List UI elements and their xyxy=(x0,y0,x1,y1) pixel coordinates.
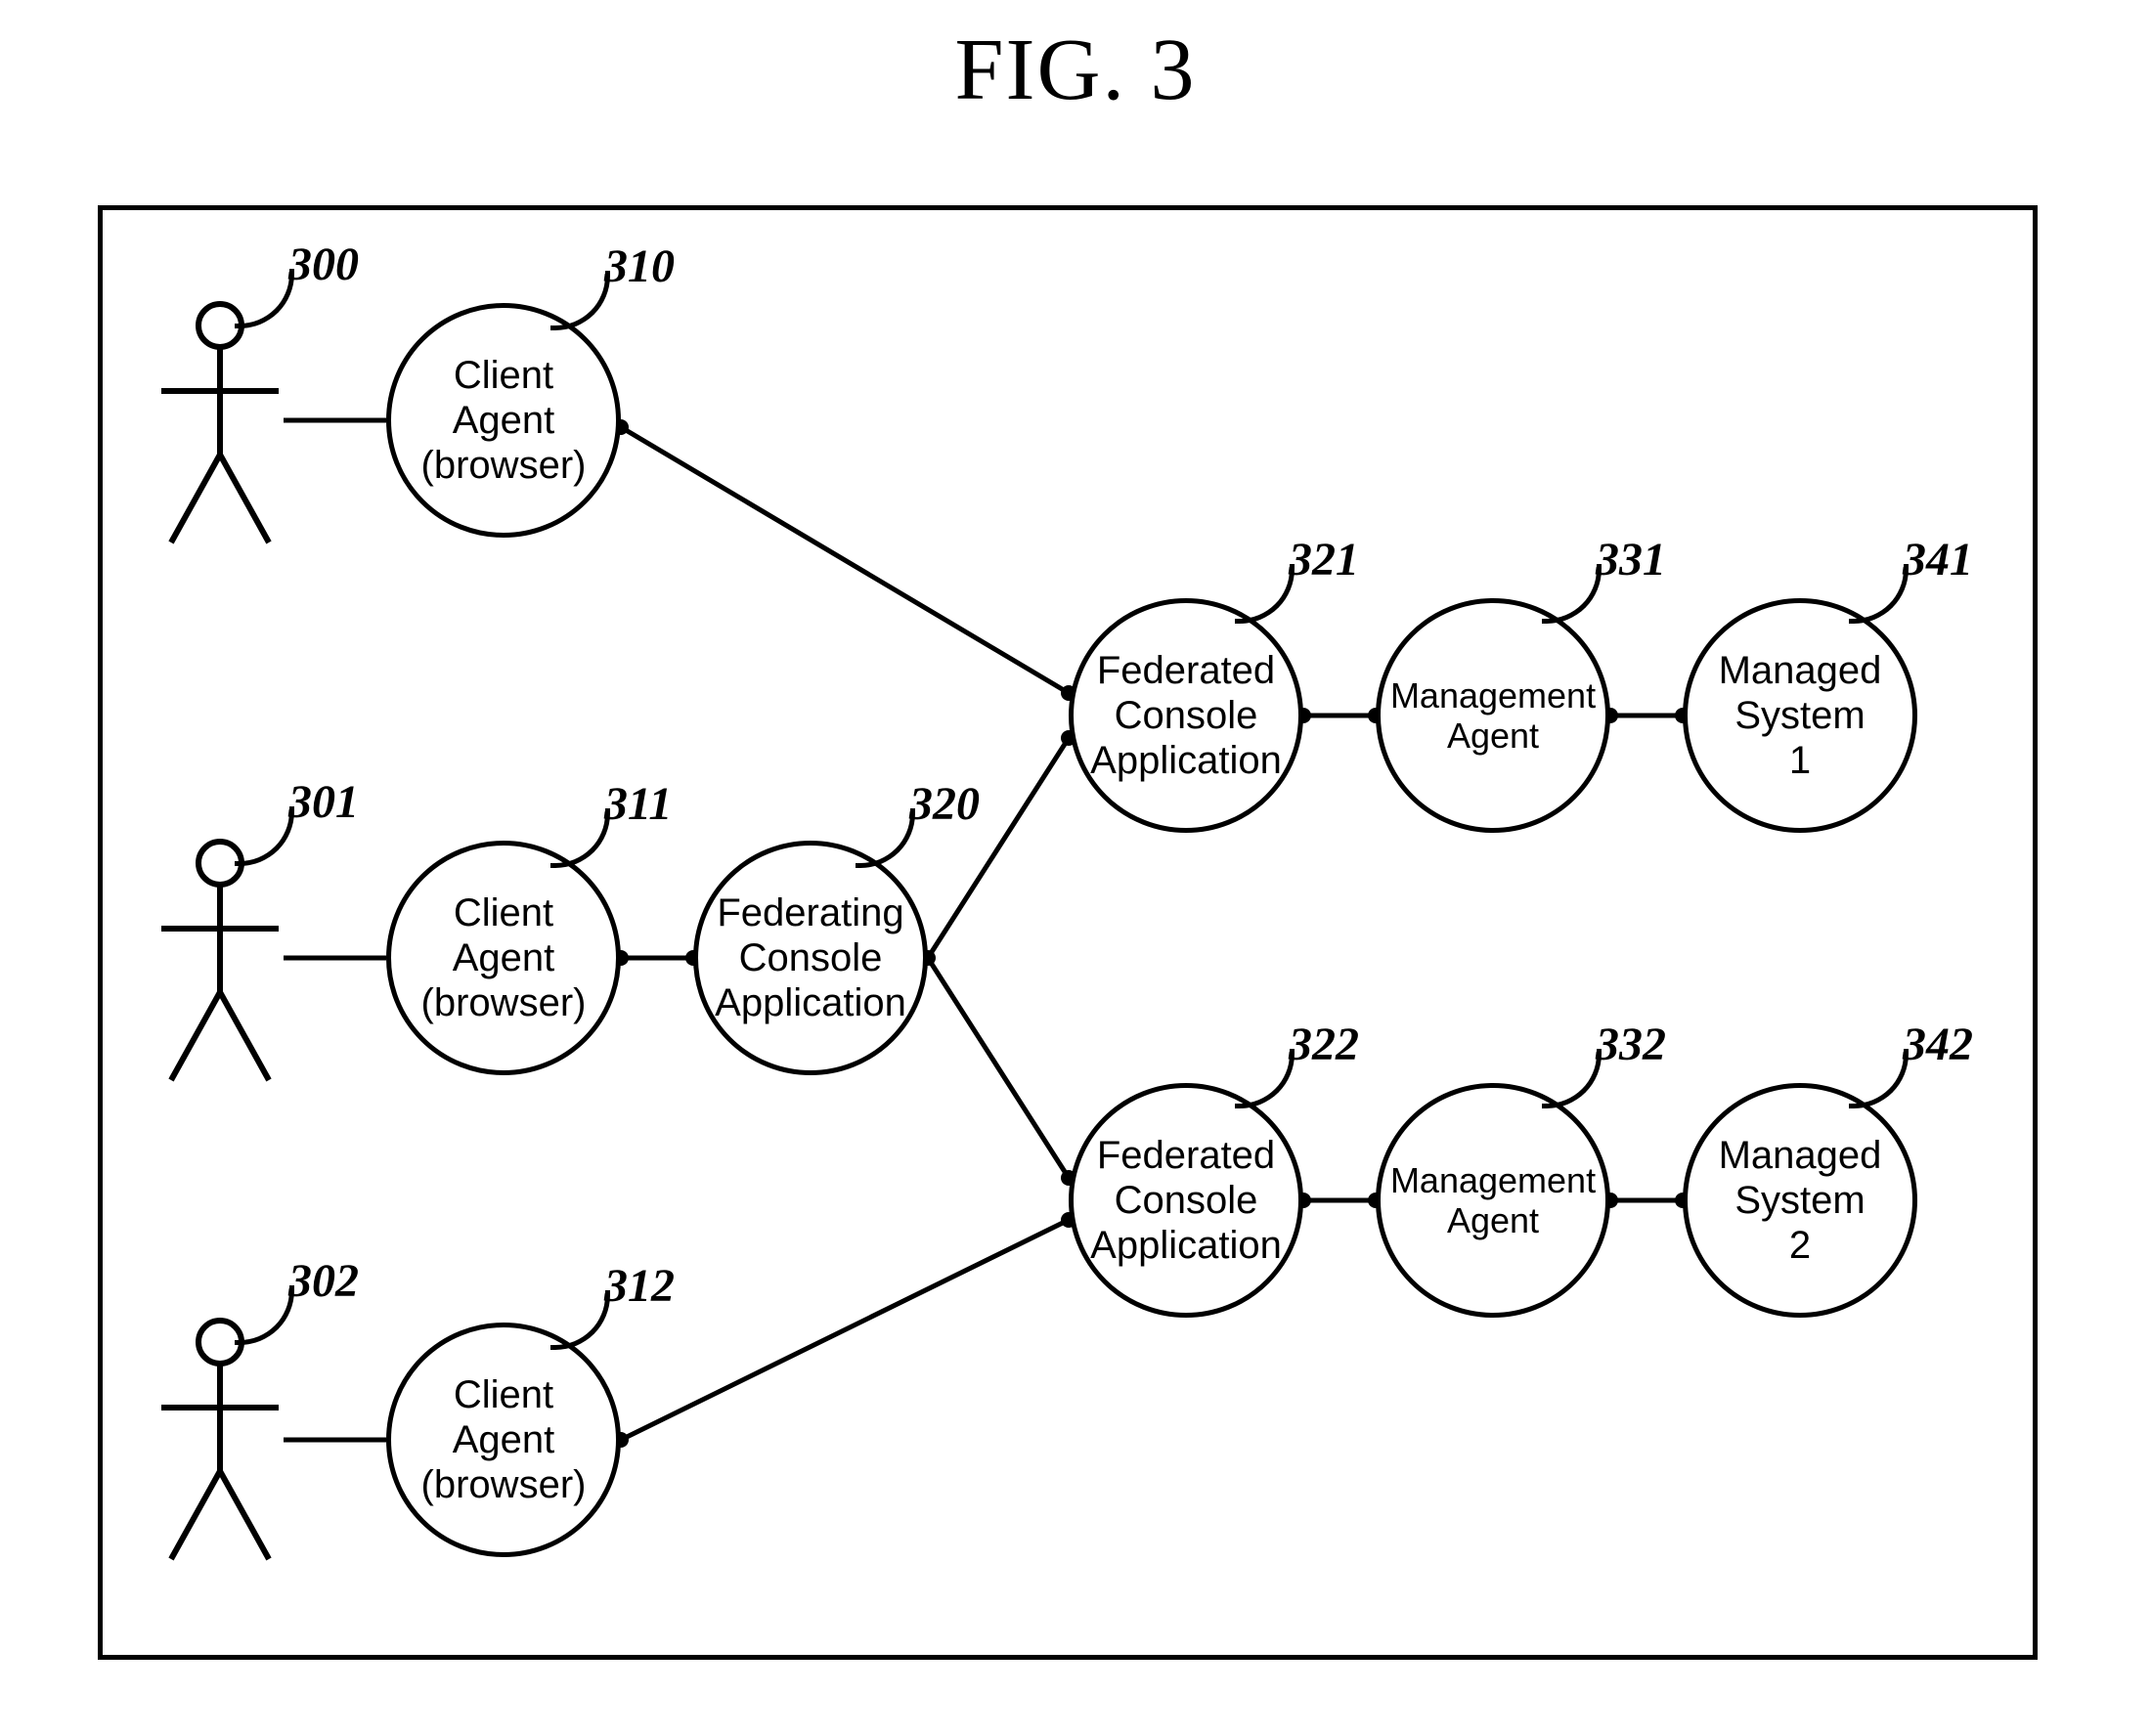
node-label: FederatingConsoleApplication xyxy=(715,890,906,1025)
ref-label: 300 xyxy=(288,238,359,291)
node-label: ClientAgent(browser) xyxy=(421,1372,587,1507)
node-federating-console-320: FederatingConsoleApplication xyxy=(693,841,928,1075)
node-client-agent-311: ClientAgent(browser) xyxy=(386,841,621,1075)
ref-label: 320 xyxy=(909,777,980,831)
ref-label: 332 xyxy=(1596,1018,1666,1071)
node-federated-console-321: FederatedConsoleApplication xyxy=(1069,598,1303,833)
node-label: ManagementAgent xyxy=(1390,675,1596,757)
ref-label: 341 xyxy=(1903,533,1973,586)
ref-label: 322 xyxy=(1289,1018,1359,1071)
ref-label: 310 xyxy=(604,239,675,293)
node-label: FederatedConsoleApplication xyxy=(1090,1133,1282,1268)
diagram-canvas: FIG. 3 xyxy=(0,0,2151,1736)
node-label: ClientAgent(browser) xyxy=(421,353,587,488)
diagram-frame: ClientAgent(browser) ClientAgent(browser… xyxy=(98,205,2038,1660)
node-label: ManagedSystem2 xyxy=(1719,1133,1882,1268)
node-managed-system-342: ManagedSystem2 xyxy=(1683,1083,1917,1318)
node-managed-system-341: ManagedSystem1 xyxy=(1683,598,1917,833)
ref-label: 321 xyxy=(1289,533,1359,586)
ref-label: 301 xyxy=(288,775,359,829)
ref-label: 302 xyxy=(288,1254,359,1308)
actor-icon xyxy=(152,1315,288,1569)
actor-icon xyxy=(152,836,288,1090)
ref-label: 312 xyxy=(604,1259,675,1313)
node-management-agent-332: ManagementAgent xyxy=(1376,1083,1610,1318)
ref-label: 331 xyxy=(1596,533,1666,586)
figure-title: FIG. 3 xyxy=(0,20,2151,120)
node-federated-console-322: FederatedConsoleApplication xyxy=(1069,1083,1303,1318)
node-management-agent-331: ManagementAgent xyxy=(1376,598,1610,833)
actor-icon xyxy=(152,298,288,552)
ref-label: 342 xyxy=(1903,1018,1973,1071)
node-client-agent-312: ClientAgent(browser) xyxy=(386,1323,621,1557)
node-label: ClientAgent(browser) xyxy=(421,890,587,1025)
ref-label: 311 xyxy=(604,777,672,831)
node-label: FederatedConsoleApplication xyxy=(1090,648,1282,783)
node-label: ManagementAgent xyxy=(1390,1160,1596,1241)
node-label: ManagedSystem1 xyxy=(1719,648,1882,783)
node-client-agent-310: ClientAgent(browser) xyxy=(386,303,621,538)
